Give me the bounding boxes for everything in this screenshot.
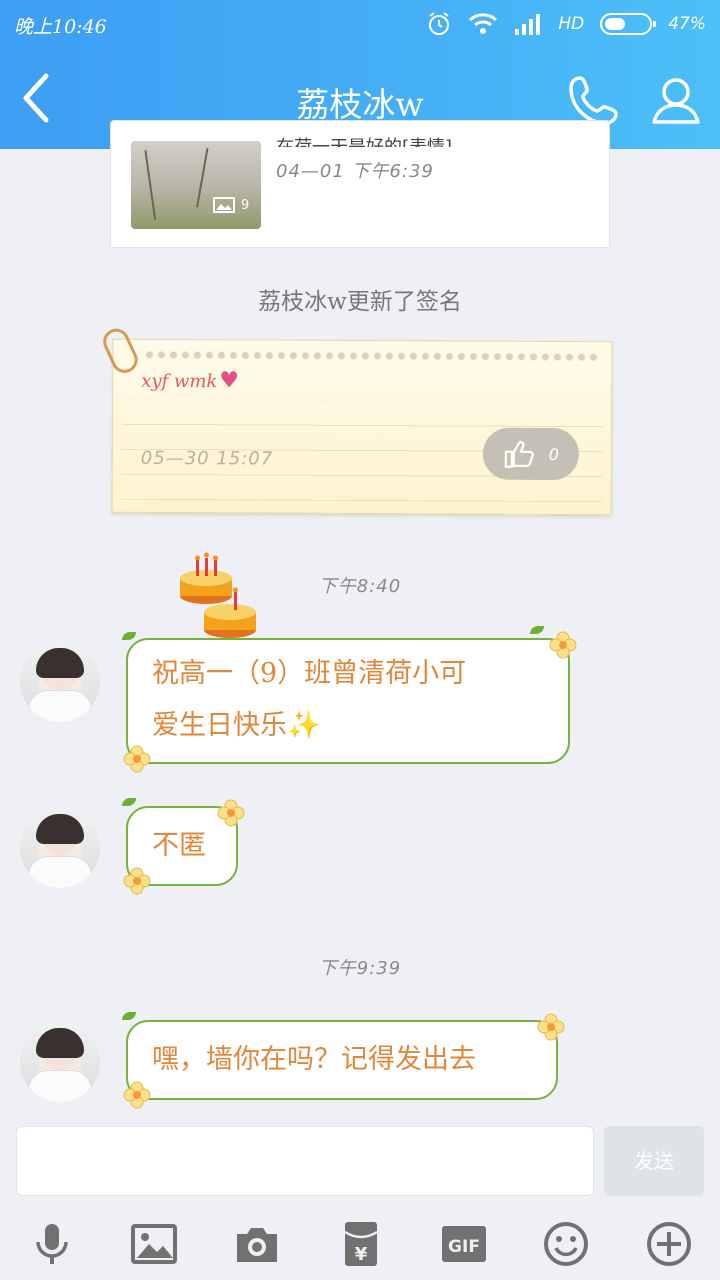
- flower-decoration-icon: [123, 745, 151, 773]
- signature-update-notice: 荔枝冰w更新了签名: [258, 289, 462, 315]
- person-icon[interactable]: [648, 72, 704, 128]
- feed-title: 在荷一天是好的[表情]: [276, 133, 452, 147]
- avatar[interactable]: [20, 808, 100, 888]
- svg-text:¥: ¥: [355, 1244, 368, 1265]
- chat-timestamp: 下午9:39: [318, 958, 402, 979]
- alarm-icon: [429, 12, 450, 35]
- paperclip-icon: [98, 324, 142, 378]
- flower-decoration-icon: [537, 1013, 565, 1041]
- microphone-icon[interactable]: [28, 1220, 76, 1268]
- message-bubble[interactable]: 祝高一（9）班曾清荷小可 爱生日快乐✨: [126, 638, 570, 764]
- status-time: 晚上10:46: [14, 16, 107, 38]
- avatar[interactable]: [20, 1022, 100, 1102]
- red-packet-icon[interactable]: ¥: [337, 1220, 385, 1268]
- notebook-holes: [143, 349, 602, 363]
- signal-icon: [515, 14, 541, 35]
- image-icon[interactable]: [130, 1220, 178, 1268]
- message-text: 不匿: [152, 830, 206, 861]
- like-button[interactable]: 0: [482, 427, 579, 481]
- flower-decoration-icon: [123, 1081, 151, 1109]
- battery-percent: 47%: [668, 14, 706, 34]
- image-count: 9: [213, 197, 249, 213]
- flower-decoration-icon: [549, 631, 577, 659]
- image-icon: [213, 197, 235, 213]
- leaf-decoration: [122, 798, 136, 806]
- feed-thumbnail[interactable]: 9: [131, 141, 261, 229]
- message-bubble[interactable]: 嘿，墙你在吗？记得发出去: [126, 1020, 558, 1100]
- network-type: HD: [558, 14, 585, 34]
- status-icons: HD 47%: [426, 10, 706, 38]
- message-text: 祝高一（9）班曾清荷小可: [152, 658, 467, 689]
- input-toolbar: ¥ GIF: [0, 1214, 720, 1274]
- gif-icon[interactable]: GIF: [440, 1220, 488, 1268]
- signature-text: xyf wmk♥: [141, 368, 240, 394]
- send-button[interactable]: 发送: [604, 1126, 704, 1196]
- message-composer: 发送 ¥ GIF: [0, 1110, 720, 1280]
- leaf-decoration: [530, 626, 544, 634]
- message-text: 嘿，墙你在吗？记得发出去: [152, 1044, 476, 1075]
- leaf-decoration: [122, 1012, 136, 1020]
- signature-note-card[interactable]: xyf wmk♥ 05—30 15:07 0: [98, 324, 613, 516]
- avatar[interactable]: [20, 642, 100, 722]
- svg-text:GIF: GIF: [448, 1237, 480, 1257]
- message-input[interactable]: [16, 1126, 594, 1196]
- like-count: 0: [548, 444, 560, 464]
- shared-feed-card[interactable]: 9 在荷一天是好的[表情] 04—01 下午6:39: [110, 120, 610, 248]
- signature-date: 05—30 15:07: [140, 447, 274, 470]
- battery-icon: [600, 13, 657, 35]
- flower-decoration-icon: [123, 867, 151, 895]
- emoji-icon[interactable]: [542, 1220, 590, 1268]
- plus-icon[interactable]: [645, 1220, 693, 1268]
- feed-date: 04—01 下午6:39: [276, 161, 434, 182]
- leaf-decoration: [122, 632, 136, 640]
- chat-timestamp: 下午8:40: [318, 576, 402, 597]
- camera-icon[interactable]: [233, 1220, 281, 1268]
- thumbs-up-icon: [504, 440, 534, 468]
- wifi-icon: [469, 13, 498, 34]
- status-bar: 晚上10:46 HD 47%: [0, 0, 720, 48]
- flower-decoration-icon: [217, 799, 245, 827]
- message-text: 爱生日快乐✨: [152, 710, 321, 741]
- heart-icon: ♥: [219, 368, 240, 394]
